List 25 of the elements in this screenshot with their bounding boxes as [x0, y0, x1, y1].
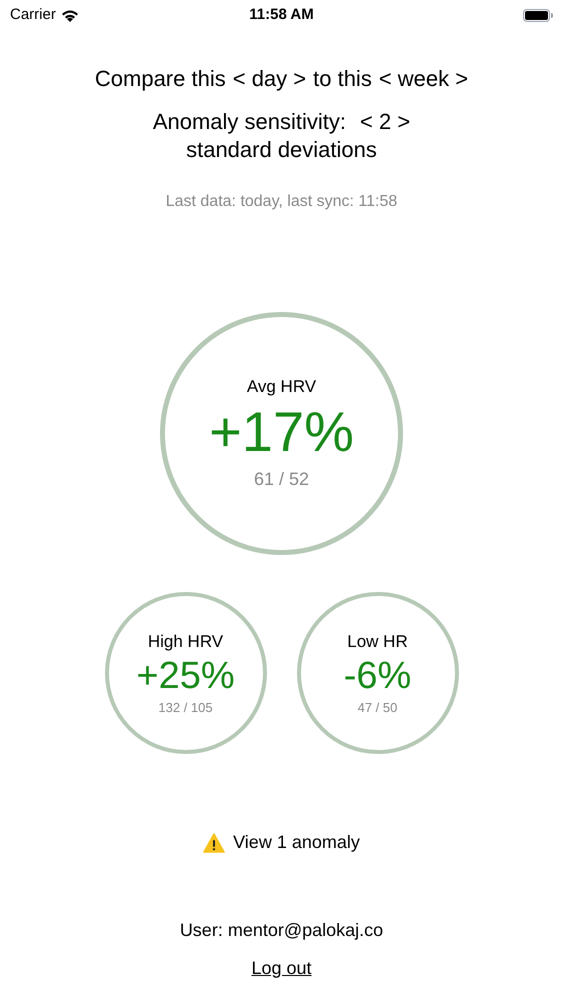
- compare-label: Compare this: [94, 65, 226, 93]
- sensitivity-selector[interactable]: < 2 >: [360, 107, 410, 137]
- metric-label: High HRV: [148, 630, 224, 652]
- compare-label: to this: [313, 65, 372, 93]
- clock: 11:58 AM: [248, 4, 315, 25]
- metric-label: Low HR: [347, 630, 408, 652]
- metric-values: 61 / 52: [254, 468, 310, 491]
- anomaly-link[interactable]: View 1 anomaly: [203, 829, 360, 856]
- sync-status: Last data: today, last sync: 11:58: [166, 192, 398, 212]
- carrier-label: Carrier: [10, 4, 56, 25]
- metric-change: +25%: [136, 654, 235, 698]
- metric-values: 132 / 105: [158, 699, 213, 717]
- metric-values: 47 / 50: [358, 699, 398, 717]
- user-email: User: mentor@palokaj.co: [180, 919, 384, 942]
- warning-icon: [203, 832, 226, 852]
- logout-link[interactable]: Log out: [251, 955, 312, 982]
- metric-change: +17%: [209, 400, 354, 464]
- metric-label: Avg HRV: [246, 376, 316, 398]
- battery-icon: [523, 8, 553, 22]
- metric-change: -6%: [344, 654, 412, 698]
- wifi-icon: [60, 8, 79, 22]
- period-selector[interactable]: < day >: [232, 64, 306, 94]
- baseline-selector[interactable]: < week >: [378, 64, 468, 94]
- sensitivity-unit: standard deviations: [186, 136, 377, 164]
- sensitivity-label: Anomaly sensitivity:: [152, 108, 346, 136]
